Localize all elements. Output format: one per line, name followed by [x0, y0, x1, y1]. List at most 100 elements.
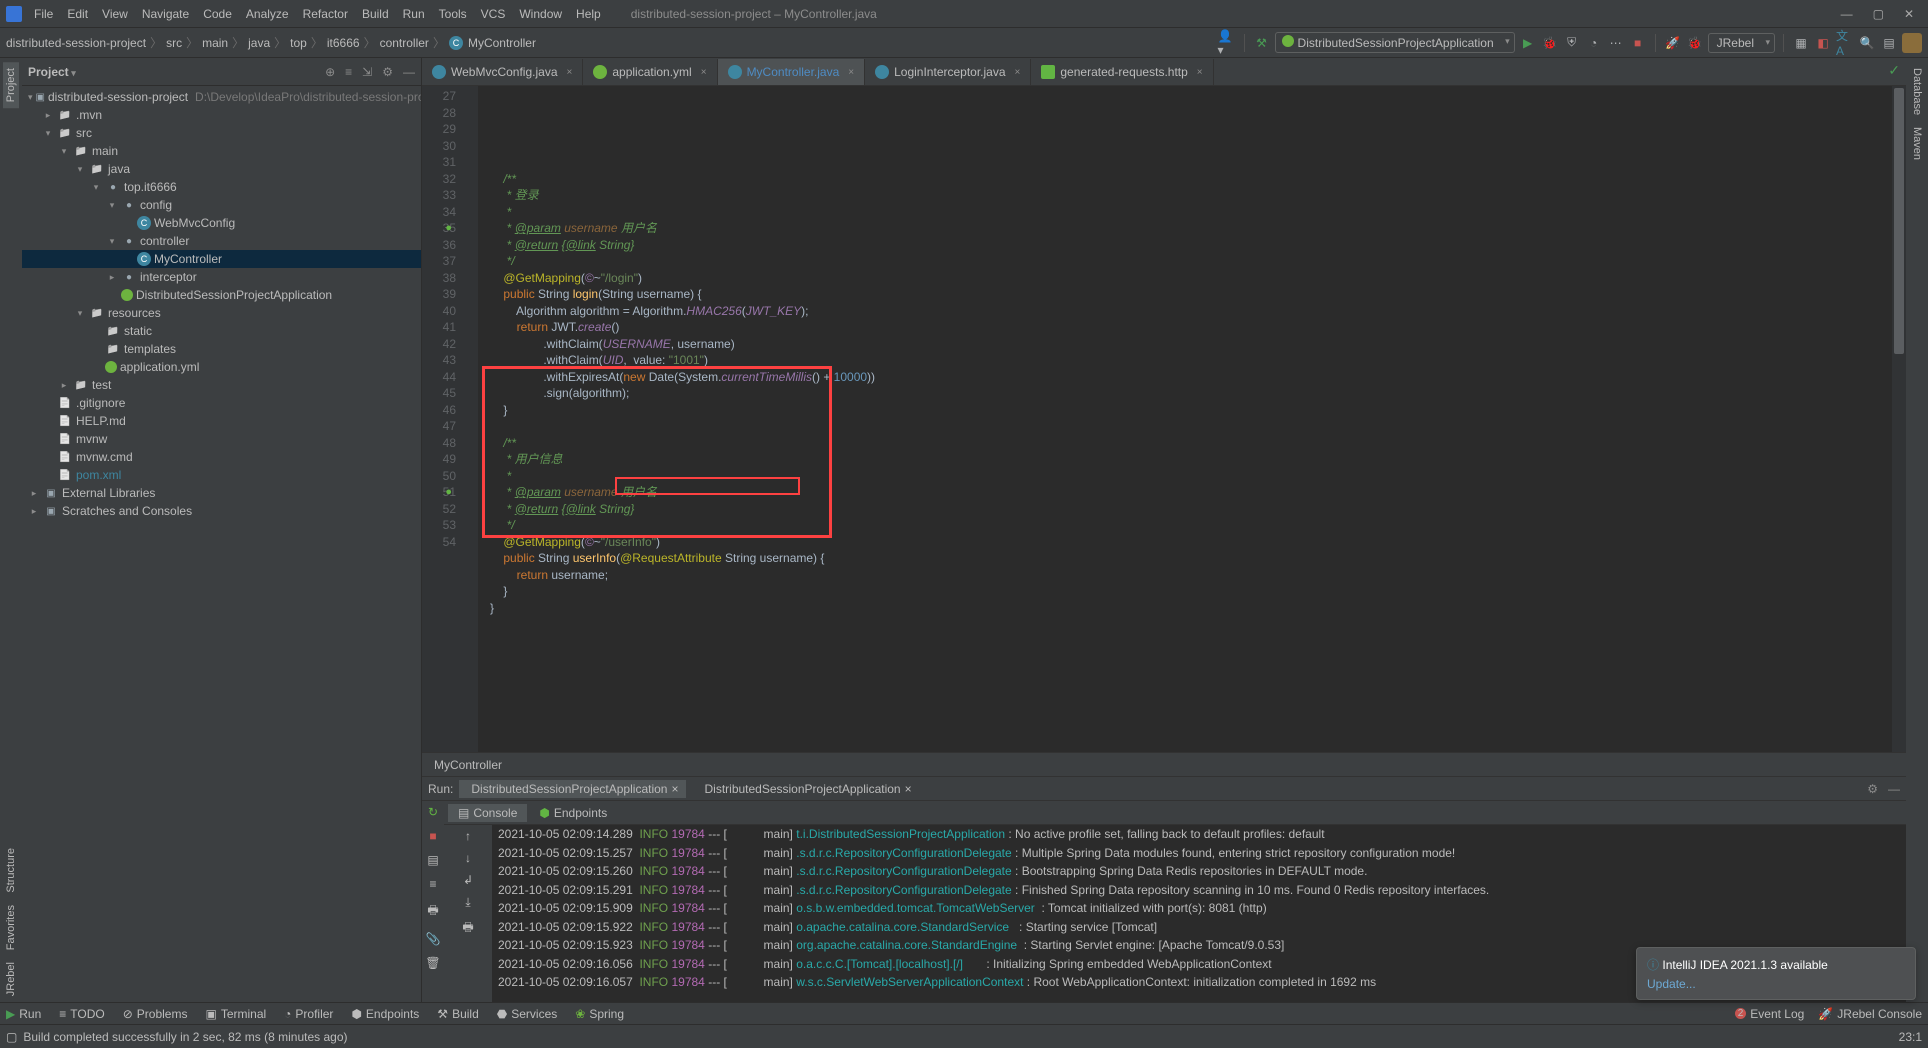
jrebel-debug-icon[interactable]: 🐞	[1686, 34, 1704, 52]
tree-node[interactable]: distributed-session-projectD:\Develop\Id…	[22, 88, 421, 106]
inspection-ok-icon[interactable]: ✓	[1888, 62, 1900, 79]
notification-link[interactable]: Update...	[1647, 977, 1905, 991]
run-attach-icon[interactable]: 📎	[426, 932, 441, 946]
run-print-icon[interactable]: 🖶	[427, 901, 438, 922]
database-tab[interactable]: Database	[1909, 62, 1925, 121]
project-tab[interactable]: Project	[3, 62, 19, 108]
profiler-tool-button[interactable]: ◔ Profiler	[284, 1007, 333, 1021]
clear-icon[interactable]: 🖶	[462, 918, 473, 939]
rerun-icon[interactable]: ↻	[428, 805, 438, 819]
tree-node[interactable]: mvnw.cmd	[22, 448, 421, 466]
close-icon[interactable]: ✕	[1904, 7, 1914, 21]
settings-icon[interactable]: ▤	[1880, 34, 1898, 52]
user-icon[interactable]: 👤▾	[1218, 34, 1236, 52]
editor-scrollbar[interactable]	[1892, 86, 1906, 752]
tree-node[interactable]: interceptor	[22, 268, 421, 286]
tree-node[interactable]: WebMvcConfig	[22, 214, 421, 232]
console-subtab[interactable]: ▤ Console	[448, 804, 527, 822]
tree-node[interactable]: main	[22, 142, 421, 160]
status-indicator-icon[interactable]: ▢	[6, 1030, 17, 1044]
menu-build[interactable]: Build	[356, 5, 395, 23]
menu-run[interactable]: Run	[397, 5, 431, 23]
favorites-tab[interactable]: Favorites	[3, 899, 19, 956]
endpoints-subtab[interactable]: ⬢ Endpoints	[529, 804, 617, 822]
tree-node[interactable]: External Libraries	[22, 484, 421, 502]
run-icon[interactable]: ▶	[1519, 34, 1537, 52]
menu-help[interactable]: Help	[570, 5, 607, 23]
run-stop-icon[interactable]: ■	[429, 829, 436, 843]
build-tool-button[interactable]: ⚒ Build	[437, 1007, 478, 1021]
scroll-up-icon[interactable]: ↑	[465, 829, 471, 843]
scroll-down-icon[interactable]: ↓	[465, 851, 471, 865]
flatten-icon[interactable]: ≡	[345, 65, 352, 79]
project-tree[interactable]: distributed-session-projectD:\Develop\Id…	[22, 86, 421, 1002]
editor-tab[interactable]: WebMvcConfig.java×	[422, 59, 583, 85]
hide-icon[interactable]: —	[403, 65, 415, 79]
target-icon[interactable]: ⊕	[325, 65, 335, 79]
run-tab-0[interactable]: DistributedSessionProjectApplication×	[459, 780, 686, 798]
menu-view[interactable]: View	[96, 5, 134, 23]
project-panel-title[interactable]: Project	[28, 65, 76, 79]
tree-node[interactable]: .gitignore	[22, 394, 421, 412]
breadcrumb[interactable]: distributed-session-project〉src〉main〉jav…	[6, 34, 536, 51]
show-options-icon[interactable]: ⇲	[362, 65, 372, 79]
jrebel-tab[interactable]: JRebel	[3, 956, 19, 1002]
editor-tab[interactable]: generated-requests.http×	[1031, 59, 1213, 85]
spring-tool-button[interactable]: ❀ Spring	[575, 1007, 624, 1021]
problems-tool-button[interactable]: ⊘ Problems	[123, 1007, 188, 1021]
notification-balloon[interactable]: ⓘ IntelliJ IDEA 2021.1.3 available Updat…	[1636, 947, 1916, 1000]
services-tool-button[interactable]: ⬣ Services	[497, 1007, 558, 1021]
endpoints-tool-button[interactable]: ⬢ Endpoints	[351, 1007, 419, 1021]
editor-tab[interactable]: LoginInterceptor.java×	[865, 59, 1031, 85]
run-layout-icon[interactable]: ▤	[427, 853, 438, 867]
tree-node[interactable]: src	[22, 124, 421, 142]
tree-node[interactable]: test	[22, 376, 421, 394]
cursor-position[interactable]: 23:1	[1899, 1030, 1922, 1044]
jrebel-rocket-icon[interactable]: 🚀	[1664, 34, 1682, 52]
run-settings-icon[interactable]: ⚙	[1867, 782, 1878, 796]
translate-icon[interactable]: 文A	[1836, 34, 1854, 52]
minimize-icon[interactable]: —	[1841, 7, 1853, 21]
code-editor[interactable]: /** * 登录 * * @param username 用户名 * @retu…	[478, 86, 1892, 752]
editor-crumb-bar[interactable]: MyController	[422, 752, 1906, 776]
soft-wrap-icon[interactable]: ↲	[463, 873, 473, 887]
event-log-button[interactable]: 2 Event Log	[1735, 1007, 1805, 1021]
tree-node[interactable]: application.yml	[22, 358, 421, 376]
menu-analyze[interactable]: Analyze	[240, 5, 295, 23]
run-hide-icon[interactable]: —	[1888, 782, 1900, 796]
editor-tab[interactable]: application.yml×	[583, 59, 717, 85]
coverage-icon[interactable]: ⛨	[1563, 34, 1581, 52]
terminal-tool-button[interactable]: ▣ Terminal	[205, 1007, 266, 1021]
more-run-icon[interactable]: ⋯	[1607, 34, 1625, 52]
stop-icon[interactable]: ■	[1629, 34, 1647, 52]
hammer-icon[interactable]: ⚒	[1253, 34, 1271, 52]
menu-edit[interactable]: Edit	[61, 5, 94, 23]
tree-node[interactable]: java	[22, 160, 421, 178]
tree-node[interactable]: controller	[22, 232, 421, 250]
jrebel-selector[interactable]: JRebel	[1708, 33, 1775, 53]
editor-tab[interactable]: MyController.java×	[718, 59, 866, 85]
tree-node[interactable]: templates	[22, 340, 421, 358]
tree-node[interactable]: Scratches and Consoles	[22, 502, 421, 520]
todo-tool-button[interactable]: ≡ TODO	[59, 1007, 104, 1021]
tree-node[interactable]: MyController	[22, 250, 421, 268]
avatar-icon[interactable]	[1902, 33, 1922, 53]
menu-vcs[interactable]: VCS	[475, 5, 512, 23]
menu-window[interactable]: Window	[513, 5, 568, 23]
maven-tab[interactable]: Maven	[1909, 121, 1925, 166]
run-tab-1[interactable]: DistributedSessionProjectApplication×	[692, 780, 919, 798]
run-trash-icon[interactable]: 🗑	[425, 956, 440, 970]
menu-tools[interactable]: Tools	[433, 5, 473, 23]
scroll-end-icon[interactable]: ⤓	[465, 895, 470, 910]
structure-tab[interactable]: Structure	[3, 842, 19, 899]
tree-node[interactable]: HELP.md	[22, 412, 421, 430]
profile-icon[interactable]: ◔	[1585, 34, 1603, 52]
search-icon[interactable]: 🔍	[1858, 34, 1876, 52]
tree-node[interactable]: config	[22, 196, 421, 214]
run-pin-icon[interactable]: ≡	[429, 877, 436, 891]
menu-navigate[interactable]: Navigate	[136, 5, 195, 23]
tree-node[interactable]: pom.xml	[22, 466, 421, 484]
tree-node[interactable]: static	[22, 322, 421, 340]
menu-code[interactable]: Code	[197, 5, 238, 23]
tree-node[interactable]: resources	[22, 304, 421, 322]
